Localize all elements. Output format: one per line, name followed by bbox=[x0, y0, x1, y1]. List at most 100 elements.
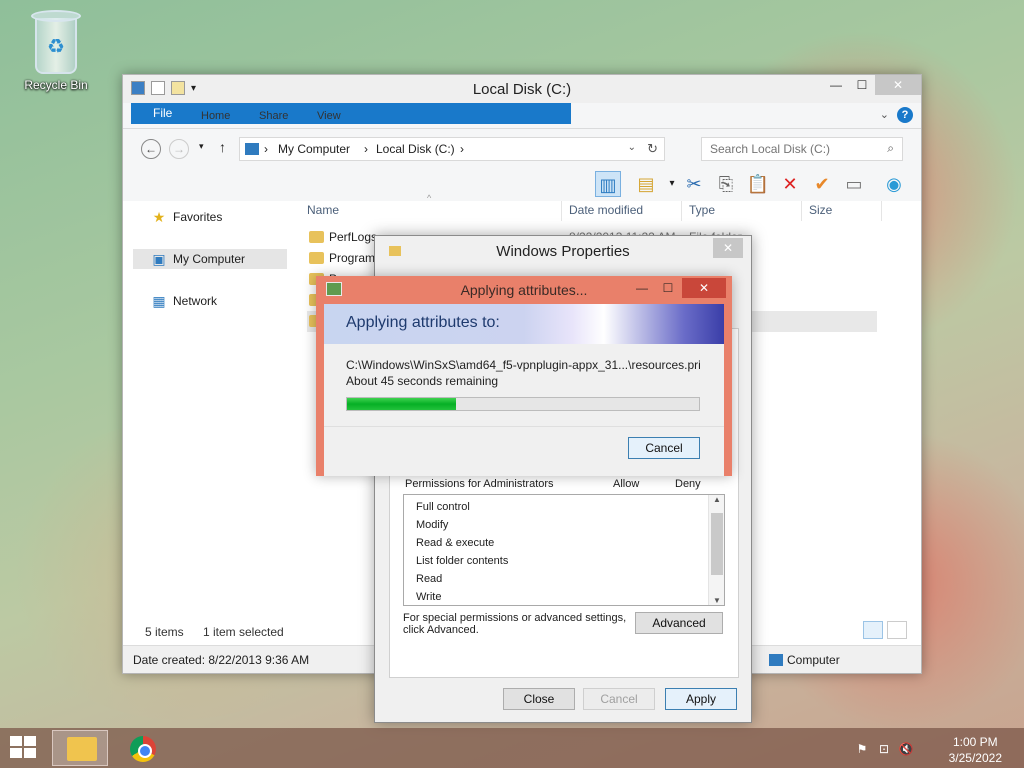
column-date-modified[interactable]: Date modified bbox=[569, 203, 643, 217]
scroll-thumb[interactable] bbox=[711, 513, 723, 575]
taskbar-file-explorer[interactable] bbox=[52, 730, 108, 766]
selected-count: 1 item selected bbox=[203, 625, 284, 639]
advanced-button[interactable]: Advanced bbox=[635, 612, 723, 634]
paste-icon[interactable]: 📋 bbox=[745, 171, 771, 197]
recycle-bin-desktop-icon[interactable]: ♻ Recycle Bin bbox=[18, 8, 94, 92]
sidebar-item-my-computer[interactable]: ▣ My Computer bbox=[133, 249, 287, 269]
cancel-button[interactable]: Cancel bbox=[583, 688, 655, 710]
tab-share[interactable]: Share bbox=[245, 103, 302, 129]
tab-view[interactable]: View bbox=[303, 103, 355, 129]
search-input[interactable] bbox=[702, 138, 872, 160]
back-button[interactable]: ← bbox=[141, 139, 161, 159]
sidebar-item-label: My Computer bbox=[173, 252, 246, 266]
ribbon-expand-icon[interactable]: ⌄ bbox=[880, 108, 889, 121]
folder-icon bbox=[67, 737, 97, 761]
forward-button[interactable]: → bbox=[169, 139, 189, 159]
column-name[interactable]: Name bbox=[307, 203, 339, 217]
column-type[interactable]: Type bbox=[689, 203, 715, 217]
explorer-titlebar: ▾ Local Disk (C:) — ☐ ✕ bbox=[123, 75, 921, 103]
sort-ascending-icon: ^ bbox=[427, 193, 432, 203]
globe-icon[interactable]: ◉ bbox=[881, 171, 907, 197]
cut-icon[interactable]: ✂ bbox=[681, 171, 707, 197]
list-item: Full control bbox=[416, 501, 470, 513]
sidebar-item-label: Favorites bbox=[173, 210, 223, 224]
search-box[interactable]: ⌕ bbox=[701, 137, 903, 161]
close-button[interactable]: ✕ bbox=[875, 75, 921, 95]
close-button[interactable]: ✕ bbox=[713, 238, 743, 258]
windows-logo-icon bbox=[10, 736, 22, 746]
checkmark-icon[interactable]: ✔ bbox=[809, 171, 835, 197]
search-icon[interactable]: ⌕ bbox=[887, 141, 894, 156]
start-button[interactable] bbox=[10, 736, 38, 760]
file-name: PerfLogs bbox=[329, 230, 378, 244]
list-item: Write bbox=[416, 591, 442, 603]
maximize-button[interactable]: ☐ bbox=[656, 278, 680, 298]
breadcrumb-separator-icon: › bbox=[364, 142, 368, 156]
item-count: 5 items bbox=[145, 625, 184, 639]
address-dropdown-icon[interactable]: ⌄ bbox=[628, 142, 636, 153]
apply-banner: Applying attributes to: bbox=[324, 304, 724, 344]
cancel-apply-button[interactable]: Cancel bbox=[628, 437, 700, 459]
close-button[interactable]: ✕ bbox=[682, 278, 726, 298]
breadcrumb-local-disk[interactable]: Local Disk (C:) bbox=[376, 142, 455, 156]
taskbar-chrome[interactable] bbox=[114, 730, 170, 766]
scroll-down-icon[interactable]: ▼ bbox=[709, 596, 725, 605]
volume-muted-icon[interactable]: 🔇 bbox=[898, 742, 914, 758]
sidebar-item-label: Network bbox=[173, 294, 218, 308]
special-permissions-text: For special permissions or advanced sett… bbox=[403, 612, 627, 636]
permissions-list[interactable]: Full control Modify Read & execute List … bbox=[403, 494, 725, 606]
open-folder-icon[interactable]: ▤ bbox=[633, 171, 659, 197]
rename-icon[interactable]: ▭ bbox=[841, 171, 867, 197]
computer-icon bbox=[245, 143, 259, 155]
recent-locations-icon[interactable]: ▾ bbox=[199, 141, 204, 152]
minimize-button[interactable]: — bbox=[823, 75, 849, 95]
apply-titlebar: Applying attributes... — ☐ ✕ bbox=[316, 276, 732, 304]
delete-icon[interactable]: ✕ bbox=[777, 171, 803, 197]
help-icon[interactable]: ? bbox=[897, 107, 913, 123]
maximize-button[interactable]: ☐ bbox=[849, 75, 875, 95]
breadcrumb-my-computer[interactable]: My Computer bbox=[278, 142, 350, 156]
apply-button[interactable]: Apply bbox=[665, 688, 737, 710]
sidebar-item-network[interactable]: ▦ Network bbox=[133, 291, 287, 311]
copy-icon[interactable]: ⎘ bbox=[713, 171, 739, 197]
up-button[interactable]: ↑ bbox=[219, 139, 226, 155]
folder-icon bbox=[309, 252, 324, 264]
folder-icon bbox=[309, 231, 324, 243]
recycle-bin-label: Recycle Bin bbox=[24, 78, 88, 92]
preview-pane-icon[interactable]: ▥ bbox=[595, 171, 621, 197]
allow-header: Allow bbox=[613, 478, 640, 490]
tab-home[interactable]: Home bbox=[187, 103, 244, 129]
banner-text: Applying attributes to: bbox=[346, 314, 500, 331]
deny-header: Deny bbox=[675, 478, 701, 490]
network-icon[interactable]: ⊡ bbox=[876, 742, 892, 758]
breadcrumb-separator-icon: › bbox=[460, 142, 464, 156]
location-computer: Computer bbox=[787, 653, 840, 667]
date-created: Date created: 8/22/2013 9:36 AM bbox=[133, 653, 310, 667]
computer-icon: ▣ bbox=[152, 251, 166, 267]
taskbar: ⚑ ⊡ 🔇 1:00 PM 3/25/2022 bbox=[0, 728, 1024, 768]
star-icon: ★ bbox=[152, 209, 166, 225]
close-dialog-button[interactable]: Close bbox=[503, 688, 575, 710]
scroll-up-icon[interactable]: ▲ bbox=[709, 495, 725, 504]
applying-attributes-dialog: Applying attributes... — ☐ ✕ Applying at… bbox=[316, 276, 732, 476]
clock-date: 3/25/2022 bbox=[948, 751, 1002, 765]
refresh-icon[interactable]: ↻ bbox=[647, 141, 658, 157]
recycle-bin-icon: ♻ bbox=[29, 8, 83, 76]
action-center-flag-icon[interactable]: ⚑ bbox=[854, 742, 870, 758]
clock-time: 1:00 PM bbox=[952, 735, 998, 749]
large-icons-view-icon[interactable] bbox=[887, 621, 907, 639]
minimize-button[interactable]: — bbox=[630, 278, 654, 298]
sidebar-item-favorites[interactable]: ★ Favorites bbox=[133, 207, 287, 227]
progress-fill bbox=[347, 398, 457, 410]
toolbar: ▥ ▤ ▾ ✂ ⎘ 📋 ✕ ✔ ▭ ◉ bbox=[123, 167, 921, 201]
column-size[interactable]: Size bbox=[809, 203, 832, 217]
current-file-path: C:\Windows\WinSxS\amd64_f5-vpnplugin-app… bbox=[346, 358, 701, 372]
clock[interactable]: 1:00 PM 3/25/2022 bbox=[949, 734, 1002, 766]
scrollbar[interactable]: ▲ ▼ bbox=[708, 495, 724, 605]
computer-icon bbox=[769, 654, 783, 666]
details-view-icon[interactable] bbox=[863, 621, 883, 639]
address-bar[interactable]: › My Computer › Local Disk (C:) › ⌄ ↻ bbox=[239, 137, 665, 161]
progress-bar bbox=[346, 397, 700, 411]
list-item: Read & execute bbox=[416, 537, 495, 549]
list-item: Modify bbox=[416, 519, 449, 531]
